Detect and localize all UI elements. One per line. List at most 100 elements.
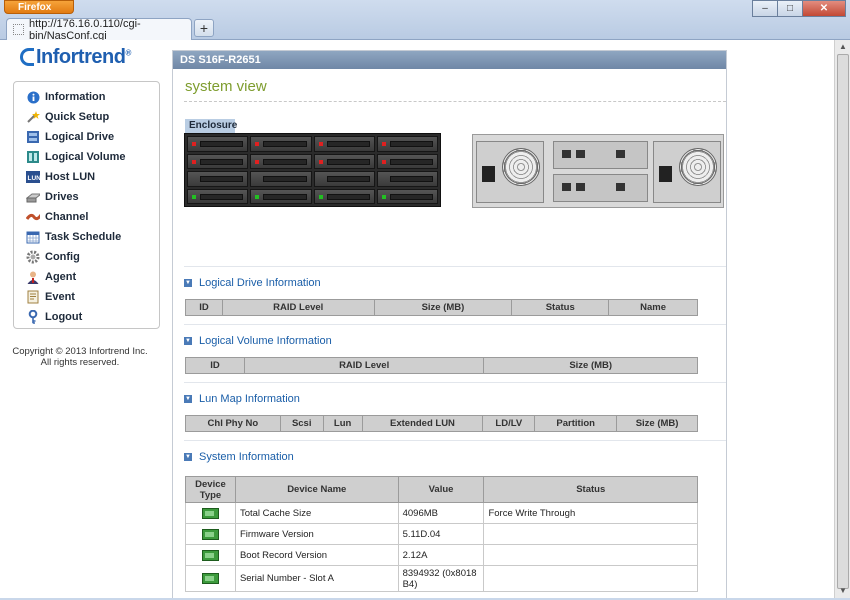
column-header: Scsi xyxy=(279,415,324,432)
value-cell: 2.12A xyxy=(397,544,485,566)
section-toggle[interactable]: ▼ Logical Drive Information xyxy=(184,277,321,289)
controller-slot-a[interactable] xyxy=(553,141,648,169)
vertical-scrollbar[interactable]: ▲ ▼ xyxy=(834,40,850,598)
firefox-menu-button[interactable]: Firefox xyxy=(4,0,74,14)
device-type-cell xyxy=(185,523,236,545)
sidebar-item-logout[interactable]: Logout xyxy=(14,307,159,327)
section-toggle[interactable]: ▼ Lun Map Information xyxy=(184,393,300,405)
sidebar-item-drives[interactable]: Drives xyxy=(14,187,159,207)
drive-tray-handle xyxy=(326,193,370,200)
enclosure-front-view xyxy=(184,133,441,207)
section-toggle[interactable]: ▼ Logical Volume Information xyxy=(184,335,332,347)
drive-slot[interactable] xyxy=(376,136,438,152)
drive-slot[interactable] xyxy=(250,153,312,169)
column-header: Chl Phy No xyxy=(185,415,281,432)
device-name-cell: Serial Number - Slot A xyxy=(234,565,399,592)
drive-slot[interactable] xyxy=(250,136,312,152)
sidebar-item-logical-drive[interactable]: Logical Drive xyxy=(14,127,159,147)
drive-slot[interactable] xyxy=(187,171,249,187)
column-header: RAID Level xyxy=(243,357,485,374)
logical-drive-table: ID RAID Level Size (MB) Status Name xyxy=(185,299,698,316)
status-cell xyxy=(483,565,698,592)
scroll-up-icon[interactable]: ▲ xyxy=(838,42,848,52)
drive-slot[interactable] xyxy=(313,188,375,204)
status-cell xyxy=(483,523,698,545)
sidebar-item-label: Quick Setup xyxy=(45,111,110,123)
section-title: System Information xyxy=(199,451,294,463)
maximize-button[interactable]: □ xyxy=(777,0,803,17)
value-cell: 8394932 (0x8018B4) xyxy=(397,565,485,592)
table-row: Total Cache Size 4096MB Force Write Thro… xyxy=(185,502,698,524)
drive-status-led xyxy=(192,142,196,146)
sidebar-item-agent[interactable]: Agent xyxy=(14,267,159,287)
drive-tray-handle xyxy=(263,141,307,147)
tab-enclosure[interactable]: Enclosure xyxy=(185,119,237,133)
power-supply-right[interactable] xyxy=(653,141,721,203)
sidebar-item-config[interactable]: Config xyxy=(14,247,159,267)
sidebar-item-channel[interactable]: Channel xyxy=(14,207,159,227)
rights-line: All rights reserved. xyxy=(40,357,120,368)
sidebar-item-information[interactable]: Information xyxy=(14,87,159,107)
drive-tray-handle xyxy=(389,158,433,165)
section-title: Lun Map Information xyxy=(199,393,300,405)
drive-tray-handle xyxy=(200,141,244,147)
sidebar-item-label: Agent xyxy=(45,271,77,283)
sidebar-item-label: Drives xyxy=(45,191,79,203)
browser-titlebar: Firefox – □ ✕ http://176.16.0.110/cgi-bi… xyxy=(0,0,850,42)
browser-tab[interactable]: http://176.16.0.110/cgi-bin/NasConf.cgi xyxy=(6,18,192,42)
sidebar-item-event[interactable]: Event xyxy=(14,287,159,307)
window-controls: – □ ✕ xyxy=(752,0,846,17)
key-icon xyxy=(26,310,40,324)
sidebar-item-label: Logical Drive xyxy=(45,131,115,143)
drive-slot[interactable] xyxy=(250,171,312,187)
logical-volume-table: ID RAID Level Size (MB) xyxy=(185,357,698,374)
power-supply-left[interactable] xyxy=(476,141,544,203)
sidebar-item-quick-setup[interactable]: Quick Setup xyxy=(14,107,159,127)
drive-slot[interactable] xyxy=(187,188,249,204)
collapse-icon: ▼ xyxy=(184,395,192,403)
column-header: Device Name xyxy=(234,476,399,503)
minimize-button[interactable]: – xyxy=(752,0,778,17)
section-toggle[interactable]: ▼ System Information xyxy=(184,451,294,463)
drive-status-led xyxy=(192,194,196,199)
column-header: Size (MB) xyxy=(373,299,513,316)
drive-icon xyxy=(26,190,40,204)
column-header: Device Type xyxy=(185,476,236,503)
column-header: Lun xyxy=(322,415,363,432)
drive-slot[interactable] xyxy=(313,153,375,169)
drive-slot[interactable] xyxy=(376,153,438,169)
controller-slot-b[interactable] xyxy=(553,174,648,202)
sidebar-item-label: Information xyxy=(45,91,106,103)
logical-drive-icon xyxy=(26,130,40,144)
drive-slot[interactable] xyxy=(313,136,375,152)
device-name-cell: Firmware Version xyxy=(234,523,399,545)
drive-status-led xyxy=(381,159,386,164)
column-header: Size (MB) xyxy=(616,415,698,432)
drive-slot[interactable] xyxy=(313,171,375,187)
column-header: RAID Level xyxy=(221,299,375,316)
copyright-line: Copyright © 2013 Infortrend Inc. xyxy=(12,346,148,357)
sidebar-item-host-lun[interactable]: LUN Host LUN xyxy=(14,167,159,187)
lun-map-table: Chl Phy No Scsi Lun Extended LUN LD/LV P… xyxy=(185,415,698,432)
sidebar-item-task-schedule[interactable]: Task Schedule xyxy=(14,227,159,247)
drive-status-led xyxy=(318,142,323,146)
sidebar-item-label: Event xyxy=(45,291,75,303)
drive-tray-handle xyxy=(200,158,244,165)
drive-slot[interactable] xyxy=(376,171,438,187)
system-info-table: Device Type Device Name Value Status Tot… xyxy=(185,476,698,592)
drive-slot[interactable] xyxy=(187,136,249,152)
sidebar-item-logical-volume[interactable]: Logical Volume xyxy=(14,147,159,167)
column-header: Name xyxy=(608,299,698,316)
drive-slot[interactable] xyxy=(250,188,312,204)
drive-slot[interactable] xyxy=(187,153,249,169)
new-tab-button[interactable]: + xyxy=(194,19,214,37)
drive-slot[interactable] xyxy=(376,188,438,204)
drive-tray-handle xyxy=(263,176,307,182)
scroll-thumb[interactable] xyxy=(837,54,849,589)
wand-icon xyxy=(26,110,40,124)
system-info-section: ▼ System Information Device Type Device … xyxy=(184,440,726,592)
close-button[interactable]: ✕ xyxy=(802,0,846,17)
drive-tray-handle xyxy=(326,141,370,147)
scroll-down-icon[interactable]: ▼ xyxy=(838,586,848,596)
logo-text: Infortrend xyxy=(36,45,126,68)
